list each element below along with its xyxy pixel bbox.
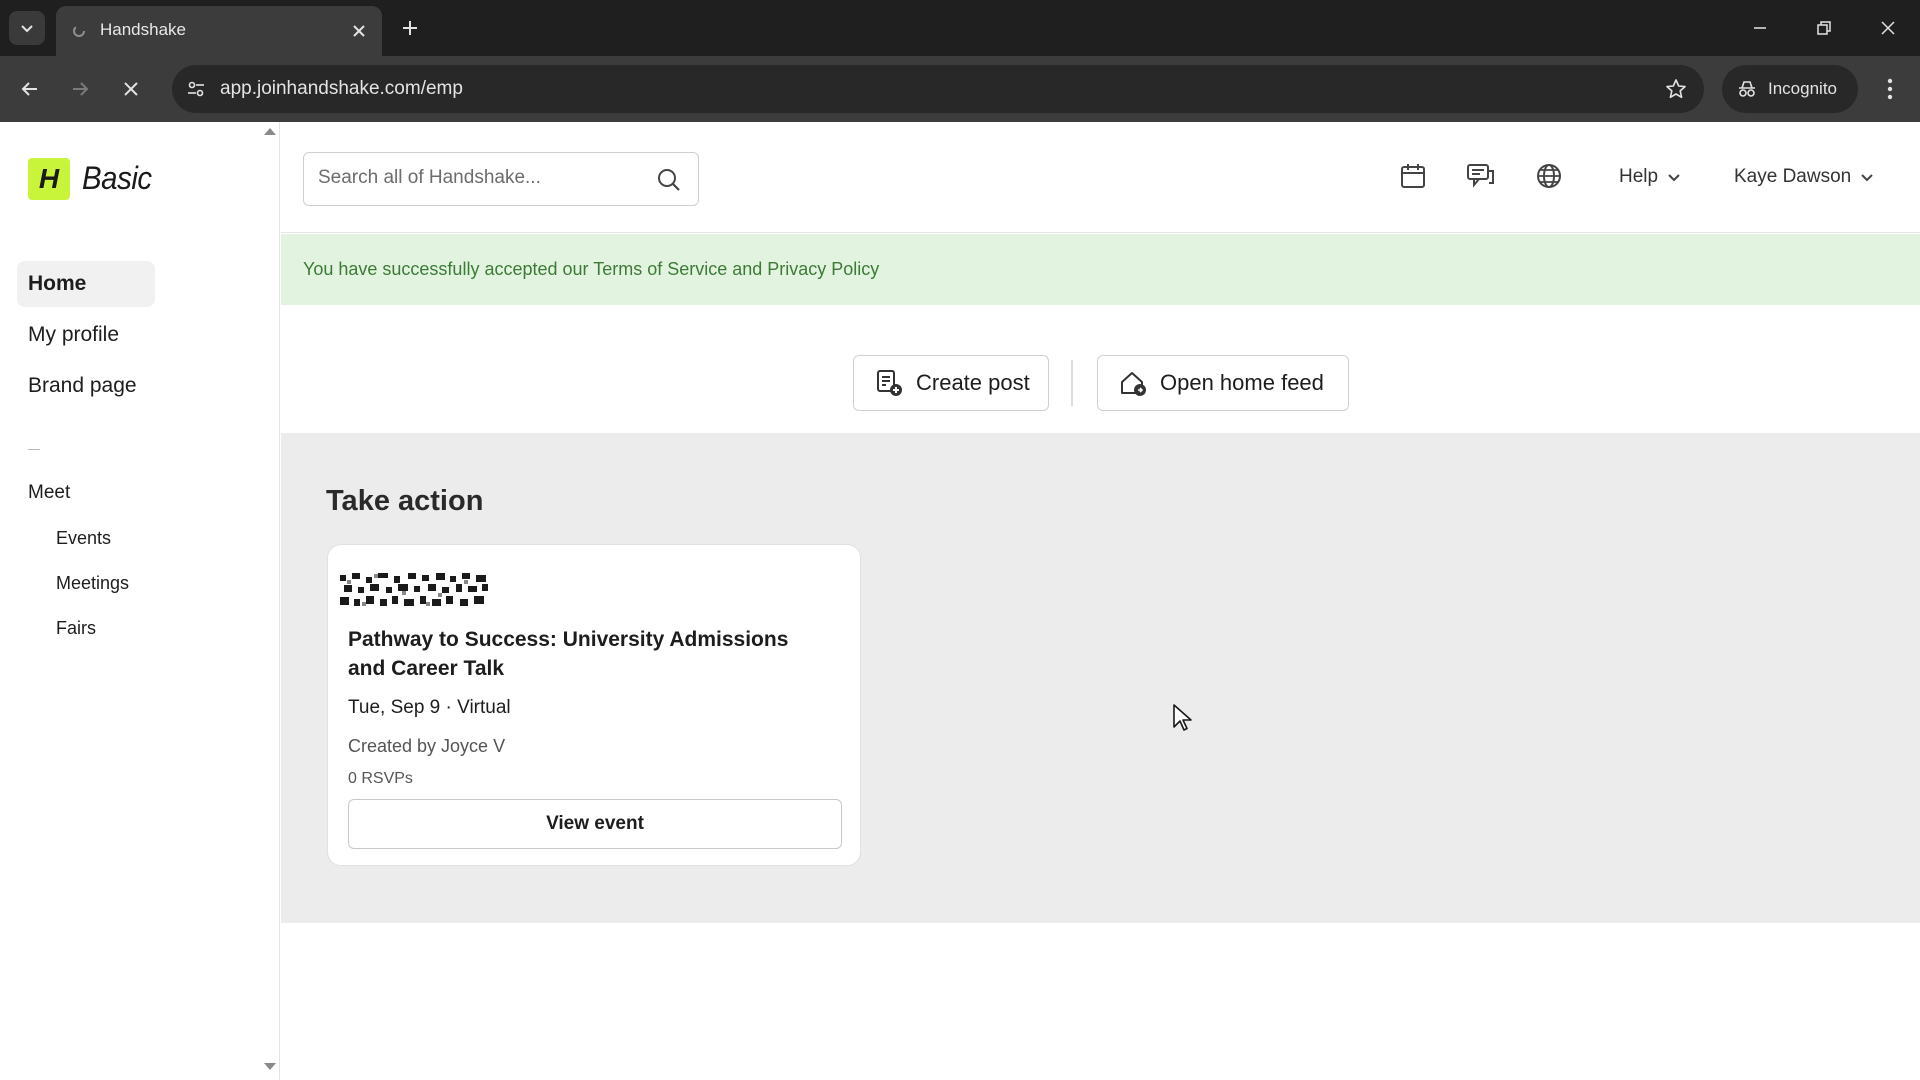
browser-tab[interactable]: Handshake bbox=[56, 6, 382, 56]
view-event-button[interactable]: View event bbox=[348, 799, 842, 849]
plan-label: Basic bbox=[82, 160, 152, 196]
sidebar: H Basic Home My profile Brand page Meet … bbox=[0, 122, 280, 1080]
back-icon bbox=[21, 82, 37, 96]
event-rsvp-count: 0 RSVPs bbox=[348, 770, 413, 787]
incognito-label: Incognito bbox=[1768, 79, 1837, 98]
sidebar-item-home[interactable]: Home bbox=[17, 261, 155, 307]
calendar-button[interactable] bbox=[1397, 160, 1429, 192]
sidebar-item-brand-page[interactable]: Brand page bbox=[17, 363, 155, 409]
search-input[interactable] bbox=[318, 167, 638, 189]
calendar-icon bbox=[1401, 164, 1425, 188]
success-banner: You have successfully accepted our Terms… bbox=[281, 234, 1920, 305]
stop-icon bbox=[124, 82, 138, 96]
event-creator: Created by Joyce V bbox=[348, 736, 506, 756]
open-home-feed-button[interactable]: Open home feed bbox=[1097, 355, 1349, 411]
help-menu[interactable]: Help bbox=[1619, 166, 1682, 188]
plus-icon bbox=[403, 21, 417, 35]
mouse-cursor-icon bbox=[1173, 704, 1192, 731]
action-divider bbox=[1071, 360, 1073, 406]
user-menu[interactable]: Kaye Dawson bbox=[1734, 166, 1875, 188]
tab-close-button[interactable] bbox=[346, 18, 372, 44]
action-bar: Create post Open home feed bbox=[281, 305, 1920, 433]
success-banner-text: You have successfully accepted our Terms… bbox=[303, 259, 880, 279]
event-title[interactable]: Pathway to Success: University Admission… bbox=[348, 625, 818, 683]
minimize-button[interactable] bbox=[1740, 10, 1780, 46]
new-tab-button[interactable] bbox=[396, 14, 424, 42]
forward-button[interactable] bbox=[63, 72, 97, 106]
create-post-icon bbox=[877, 370, 902, 396]
event-thumbnail-image bbox=[338, 571, 490, 609]
sidebar-scroll-down-arrow[interactable] bbox=[264, 1063, 276, 1070]
kebab-icon bbox=[1887, 78, 1893, 100]
loading-favicon-icon bbox=[73, 25, 85, 37]
sidebar-divider bbox=[28, 449, 40, 450]
close-window-icon bbox=[1881, 21, 1895, 35]
search-box[interactable] bbox=[303, 152, 699, 206]
star-icon bbox=[1666, 79, 1686, 99]
address-bar[interactable]: app.joinhandshake.com/emp bbox=[172, 65, 1704, 113]
chevron-down-icon bbox=[1861, 174, 1873, 182]
sidebar-item-events[interactable]: Events bbox=[56, 528, 111, 549]
create-post-label: Create post bbox=[916, 370, 1030, 395]
globe-icon bbox=[1537, 164, 1561, 188]
incognito-icon bbox=[1739, 81, 1755, 97]
forward-icon bbox=[73, 82, 89, 96]
url-text[interactable]: app.joinhandshake.com/emp bbox=[220, 78, 463, 100]
search-icon[interactable] bbox=[656, 167, 682, 193]
bookmark-button[interactable] bbox=[1660, 73, 1692, 105]
user-name: Kaye Dawson bbox=[1734, 166, 1852, 187]
sidebar-scroll-up-arrow[interactable] bbox=[264, 128, 276, 135]
tab-search-button[interactable] bbox=[9, 11, 45, 45]
home-feed-icon bbox=[1121, 372, 1146, 396]
browser-tab-strip: Handshake bbox=[0, 0, 1920, 56]
open-home-feed-label: Open home feed bbox=[1160, 370, 1324, 395]
messages-icon bbox=[1467, 164, 1494, 188]
browser-toolbar: app.joinhandshake.com/emp Incognito bbox=[0, 56, 1920, 122]
chevron-down-icon bbox=[21, 25, 33, 33]
sidebar-section-meet: Meet bbox=[28, 482, 71, 503]
event-card[interactable]: Pathway to Success: University Admission… bbox=[327, 544, 861, 866]
sidebar-item-my-profile[interactable]: My profile bbox=[17, 312, 155, 358]
browser-menu-button[interactable] bbox=[1874, 72, 1906, 106]
language-button[interactable] bbox=[1533, 160, 1565, 192]
tab-title: Handshake bbox=[100, 20, 187, 39]
chevron-down-icon bbox=[1668, 174, 1680, 182]
incognito-indicator[interactable]: Incognito bbox=[1722, 65, 1858, 113]
take-action-section: Take action Pathway to Success: Universi… bbox=[281, 433, 1920, 923]
restore-button[interactable] bbox=[1804, 10, 1844, 46]
stop-button[interactable] bbox=[114, 72, 148, 106]
close-window-button[interactable] bbox=[1868, 10, 1908, 46]
create-post-button[interactable]: Create post bbox=[853, 355, 1049, 411]
messages-button[interactable] bbox=[1465, 160, 1497, 192]
help-label: Help bbox=[1619, 166, 1659, 187]
section-title: Take action bbox=[326, 485, 484, 517]
close-icon bbox=[353, 25, 365, 37]
minimize-icon bbox=[1754, 27, 1766, 29]
top-header: Help Kaye Dawson bbox=[281, 122, 1920, 233]
event-date-location: Tue, Sep 9 · Virtual bbox=[348, 697, 511, 718]
site-settings-icon bbox=[188, 81, 204, 97]
restore-icon bbox=[1817, 21, 1831, 35]
handshake-logo[interactable]: H bbox=[28, 158, 70, 200]
sidebar-item-meetings[interactable]: Meetings bbox=[56, 573, 129, 594]
site-settings-button[interactable] bbox=[180, 73, 212, 105]
sidebar-item-fairs[interactable]: Fairs bbox=[56, 618, 96, 639]
back-button[interactable] bbox=[13, 72, 47, 106]
